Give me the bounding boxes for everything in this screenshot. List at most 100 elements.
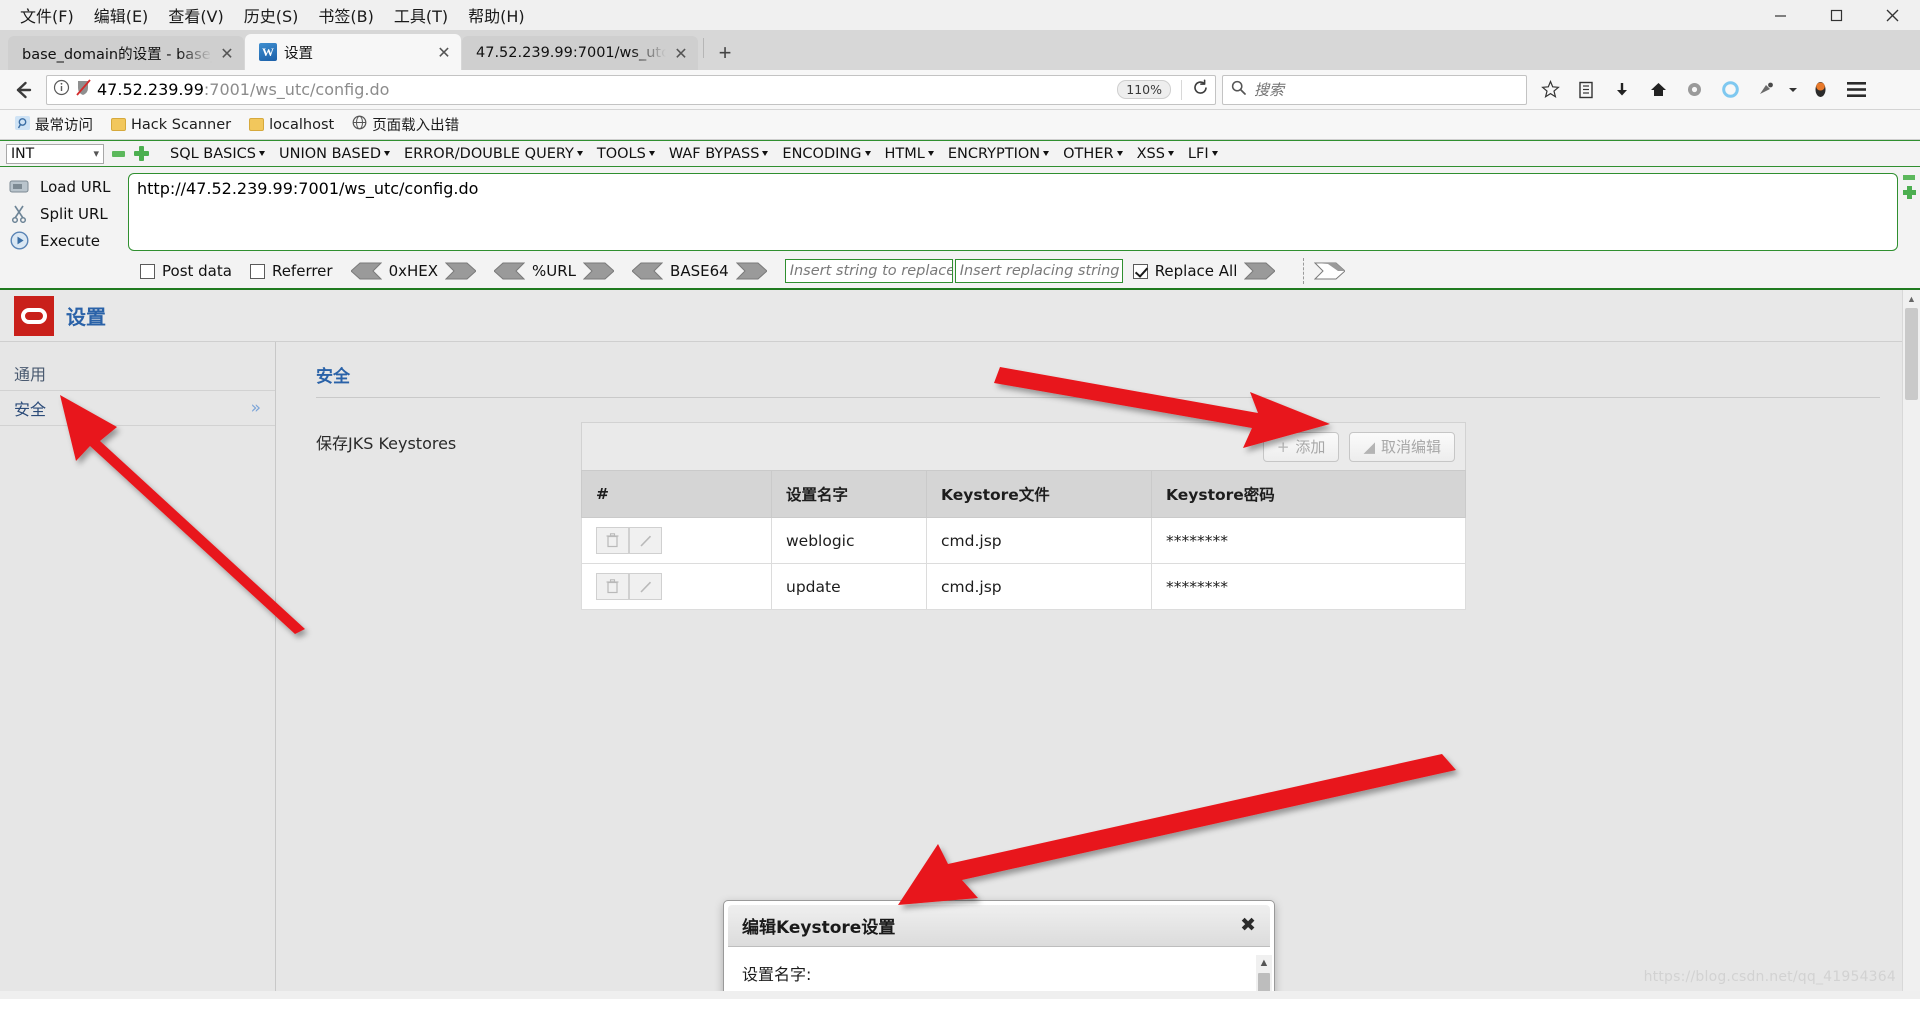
hamburger-menu-icon[interactable]	[1839, 73, 1873, 107]
hackbar-menu-html[interactable]: HTML	[878, 146, 941, 162]
back-arrow-icon[interactable]	[6, 73, 40, 107]
table-row: weblogic cmd.jsp ********	[581, 517, 1466, 564]
replace-from-input[interactable]: Insert string to replace	[784, 259, 953, 283]
base64-encode-arrow-icon[interactable]	[735, 262, 768, 280]
replace-all-group[interactable]: Replace All	[1132, 262, 1277, 280]
hex-encode-arrow-icon[interactable]	[444, 262, 477, 280]
star-icon[interactable]	[1533, 73, 1567, 107]
maximize-button[interactable]	[1808, 0, 1864, 30]
minimize-button[interactable]	[1752, 0, 1808, 30]
hackbar-menu-encryption[interactable]: ENCRYPTION	[941, 146, 1056, 162]
close-icon[interactable]: ✖	[1240, 914, 1256, 937]
expand-icon[interactable]	[1903, 186, 1916, 199]
base64-converter-group[interactable]: BASE64	[631, 262, 768, 280]
menu-item-view[interactable]: 查看(V)	[158, 1, 233, 29]
replace-all-checkbox[interactable]	[1132, 263, 1148, 279]
hackbar-url-textarea[interactable]: http://47.52.239.99:7001/ws_utc/config.d…	[128, 173, 1898, 251]
hex-converter-group[interactable]: 0xHEX	[349, 262, 477, 280]
hackbar-menu-error-double-query[interactable]: ERROR/DOUBLE QUERY	[397, 146, 590, 162]
reload-icon[interactable]	[1192, 79, 1209, 101]
bookmark-most-visited[interactable]: 最常访问	[8, 112, 100, 137]
hackbar-execute-row[interactable]: Execute	[0, 227, 128, 254]
load-url-label: Load URL	[40, 177, 111, 196]
menu-item-file[interactable]: 文件(F)	[10, 1, 84, 29]
column-header-password[interactable]: Keystore密码	[1151, 470, 1466, 518]
broken-shield-icon[interactable]	[76, 78, 91, 101]
hackbar-menu-other[interactable]: OTHER	[1056, 146, 1129, 162]
dialog-header[interactable]: 编辑Keystore设置 ✖	[728, 905, 1270, 947]
hackbar-menu-waf-bypass[interactable]: WAF BYPASS	[662, 146, 776, 162]
post-data-option[interactable]: Post data	[140, 262, 232, 280]
sidebar-item-security[interactable]: 安全 »	[0, 391, 275, 426]
post-data-checkbox[interactable]	[140, 263, 155, 279]
page-vertical-scrollbar[interactable]: ▲	[1902, 290, 1920, 999]
bookmark-localhost[interactable]: localhost	[242, 115, 341, 135]
close-button[interactable]	[1864, 0, 1920, 30]
hackbar-menu-lfi[interactable]: LFI	[1181, 146, 1225, 162]
hackbar-menu-tools[interactable]: TOOLS	[590, 146, 662, 162]
sidebar-item-general[interactable]: 通用	[0, 356, 275, 391]
tab-settings[interactable]: W 设置 ✕	[245, 34, 461, 70]
edit-icon[interactable]	[629, 527, 662, 554]
hackbar-menu-sql-basics[interactable]: SQL BASICS	[163, 146, 272, 162]
tab-close-icon[interactable]: ✕	[670, 42, 692, 64]
hackbar-split-url-row[interactable]: Split URL	[0, 200, 128, 227]
search-box[interactable]: 搜索	[1222, 74, 1527, 105]
scroll-up-icon[interactable]: ▲	[1903, 290, 1920, 308]
menu-item-bookmarks[interactable]: 书签(B)	[308, 1, 383, 29]
minus-icon[interactable]	[112, 150, 125, 157]
account-icon[interactable]	[1803, 73, 1837, 107]
info-icon[interactable]	[53, 79, 70, 101]
hex-decode-arrow-icon[interactable]	[349, 262, 382, 280]
hackbar-menu-encoding[interactable]: ENCODING	[775, 146, 877, 162]
delete-icon[interactable]	[596, 527, 629, 554]
scroll-up-icon[interactable]: ▲	[1259, 955, 1270, 971]
tab-close-icon[interactable]: ✕	[433, 41, 455, 63]
edit-icon[interactable]	[629, 573, 662, 600]
home-icon[interactable]	[1641, 73, 1675, 107]
menu-item-tools[interactable]: 工具(T)	[384, 1, 458, 29]
collapse-icon[interactable]	[1903, 175, 1915, 180]
referrer-checkbox[interactable]	[249, 263, 265, 279]
hackbar-type-select[interactable]: INT ▾	[6, 143, 104, 164]
page-horizontal-scrollbar[interactable]	[0, 991, 1920, 999]
bookmark-hack-scanner[interactable]: Hack Scanner	[104, 115, 238, 135]
hackbar-menu-union-based[interactable]: UNION BASED	[272, 146, 397, 162]
hackbar-load-url-row[interactable]: Load URL	[0, 173, 128, 200]
replace-to-input[interactable]: Insert replacing string	[954, 259, 1123, 283]
column-header-file[interactable]: Keystore文件	[926, 470, 1152, 518]
url-bar[interactable]: 47.52.239.99:7001/ws_utc/config.do 110%	[46, 74, 1216, 105]
hackbar-menu-xss[interactable]: XSS	[1130, 146, 1181, 162]
url-encode-arrow-icon[interactable]	[582, 262, 615, 280]
scroll-thumb[interactable]	[1905, 308, 1918, 400]
menu-item-edit[interactable]: 编辑(E)	[84, 1, 159, 29]
downloads-icon[interactable]	[1605, 73, 1639, 107]
add-button[interactable]: + 添加	[1262, 431, 1340, 462]
referrer-option[interactable]: Referrer	[249, 262, 333, 280]
delete-icon[interactable]	[596, 573, 629, 600]
url-decode-arrow-icon[interactable]	[493, 262, 526, 280]
menu-item-help[interactable]: 帮助(H)	[458, 1, 535, 29]
replace-revert-arrow-icon[interactable]	[1314, 262, 1347, 280]
bookmark-page-load-error[interactable]: 页面载入出错	[345, 112, 466, 137]
plus-icon[interactable]	[134, 146, 149, 161]
chevron-down-icon[interactable]	[1785, 73, 1801, 107]
plugin-icon[interactable]	[1749, 73, 1783, 107]
url-converter-group[interactable]: %URL	[493, 262, 615, 280]
tab-close-icon[interactable]: ✕	[216, 42, 238, 64]
load-url-icon	[8, 177, 30, 197]
menu-item-history[interactable]: 历史(S)	[234, 1, 309, 29]
tab-base-domain[interactable]: base_domain的设置 - base_do ✕	[8, 36, 244, 70]
gear-icon[interactable]	[1677, 73, 1711, 107]
column-header-name[interactable]: 设置名字	[771, 470, 927, 518]
new-tab-button[interactable]: +	[708, 38, 742, 68]
column-header-index[interactable]: #	[581, 470, 772, 518]
replace-apply-arrow-icon[interactable]	[1244, 262, 1277, 280]
base64-decode-arrow-icon[interactable]	[631, 262, 664, 280]
zoom-level-badge[interactable]: 110%	[1117, 80, 1171, 99]
tab-ws-utc-css[interactable]: 47.52.239.99:7001/ws_utc/css/ ✕	[462, 36, 698, 70]
tab-strip: base_domain的设置 - base_do ✕ W 设置 ✕ 47.52.…	[0, 30, 1920, 70]
circle-icon[interactable]	[1713, 73, 1747, 107]
cancel-edit-button[interactable]: ◢ 取消编辑	[1349, 431, 1455, 462]
library-icon[interactable]	[1569, 73, 1603, 107]
